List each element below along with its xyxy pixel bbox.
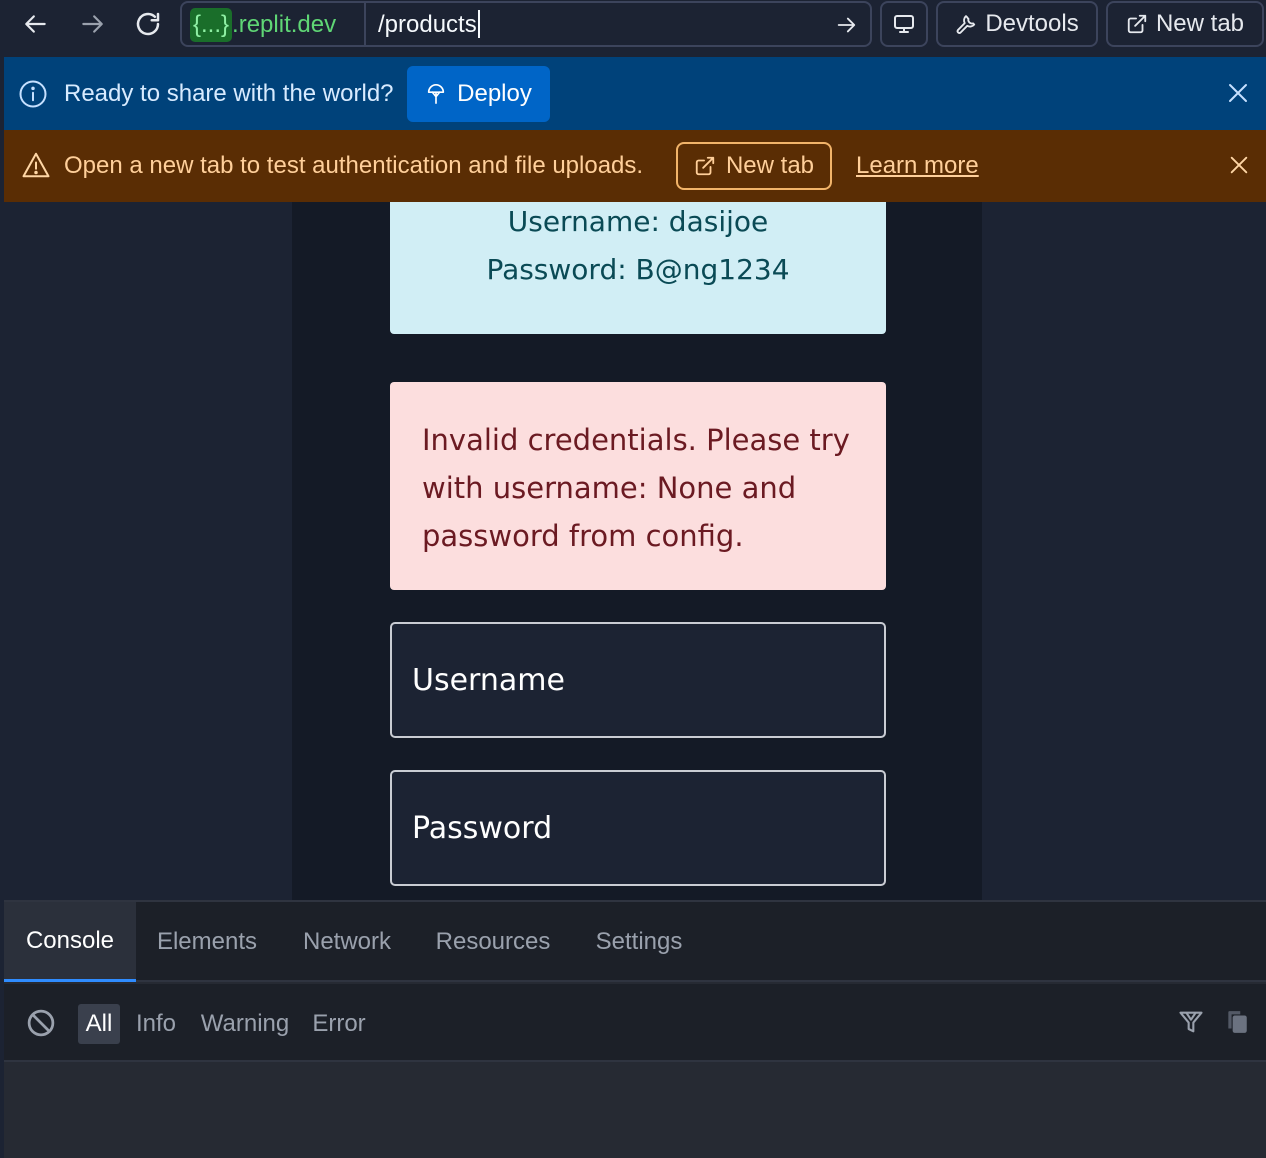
- tab-network[interactable]: Network: [288, 902, 406, 982]
- new-tab-button[interactable]: New tab: [1106, 1, 1264, 47]
- url-bar[interactable]: {...} .replit.dev /products: [180, 1, 872, 47]
- wrench-icon: [955, 13, 977, 35]
- warning-new-tab-button[interactable]: New tab: [676, 142, 832, 190]
- url-path-text: /products: [378, 11, 477, 38]
- info-icon: [18, 79, 48, 109]
- url-domain-badge: {...}: [190, 8, 233, 42]
- username-field[interactable]: Username: [390, 622, 886, 738]
- url-go-button[interactable]: [832, 11, 860, 39]
- reload-button[interactable]: [128, 6, 168, 42]
- error-alert: Invalid credentials. Please try with use…: [390, 382, 886, 590]
- url-domain: {...} .replit.dev: [190, 8, 336, 42]
- console-filter-bar: All Info Warning Error: [4, 984, 1266, 1062]
- url-divider: [364, 3, 366, 47]
- credentials-username-line: Username: dasijoe: [507, 205, 769, 238]
- deploy-icon: [425, 83, 447, 105]
- clear-console-icon[interactable]: [26, 1008, 56, 1038]
- filter-icon[interactable]: [1176, 1008, 1206, 1036]
- auth-warning-banner: Open a new tab to test authentication an…: [4, 130, 1266, 202]
- external-link-icon: [1126, 13, 1148, 35]
- arrow-left-icon: [23, 11, 49, 37]
- back-button[interactable]: [16, 6, 56, 42]
- devtools-tabs: Console Elements Network Resources Setti…: [4, 902, 1266, 982]
- url-domain-suffix: .replit.dev: [232, 11, 337, 38]
- deploy-button[interactable]: Deploy: [407, 66, 550, 122]
- level-info[interactable]: Info: [132, 1004, 180, 1044]
- tab-console[interactable]: Console: [4, 902, 136, 982]
- learn-more-link[interactable]: Learn more: [856, 151, 979, 181]
- credentials-password-line: Password: B@ng1234: [486, 253, 790, 286]
- new-tab-label: New tab: [1155, 10, 1245, 37]
- warning-new-tab-label: New tab: [725, 152, 815, 179]
- level-warning[interactable]: Warning: [198, 1004, 292, 1044]
- devtools-button[interactable]: Devtools: [936, 1, 1098, 47]
- url-path-input[interactable]: /products: [378, 9, 480, 41]
- deploy-banner-message: Ready to share with the world?: [64, 80, 394, 107]
- forward-button[interactable]: [72, 6, 112, 42]
- level-error[interactable]: Error: [310, 1004, 368, 1044]
- copy-icon[interactable]: [1224, 1008, 1250, 1036]
- warning-message: Open a new tab to test authentication an…: [64, 152, 644, 179]
- deploy-button-label: Deploy: [457, 80, 532, 107]
- devtools-label: Devtools: [985, 10, 1079, 37]
- tab-settings[interactable]: Settings: [582, 902, 696, 982]
- monitor-icon: [892, 12, 916, 36]
- reload-icon: [133, 9, 163, 39]
- arrow-right-icon: [835, 14, 857, 36]
- username-placeholder: Username: [412, 662, 565, 698]
- close-icon[interactable]: [1226, 81, 1250, 105]
- console-output: [4, 1062, 1266, 1158]
- tab-elements[interactable]: Elements: [144, 902, 270, 982]
- password-placeholder: Password: [412, 810, 553, 846]
- page-viewport: Username: dasijoe Password: B@ng1234 Inv…: [4, 202, 1266, 900]
- warning-icon: [20, 150, 52, 180]
- level-all[interactable]: All: [78, 1004, 120, 1044]
- text-caret: [477, 9, 480, 38]
- deploy-banner: Ready to share with the world? Deploy: [4, 57, 1266, 130]
- browser-toolbar: {...} .replit.dev /products Devtools New…: [0, 0, 1266, 56]
- error-message: Invalid credentials. Please try with use…: [422, 423, 850, 553]
- password-field[interactable]: Password: [390, 770, 886, 886]
- external-link-icon: [694, 155, 716, 177]
- arrow-right-icon: [79, 11, 105, 37]
- screen-button[interactable]: [880, 1, 928, 47]
- tab-resources[interactable]: Resources: [424, 902, 562, 982]
- credentials-info-box: Username: dasijoe Password: B@ng1234: [390, 202, 886, 334]
- devtools-panel: Console Elements Network Resources Setti…: [4, 900, 1266, 1158]
- close-icon[interactable]: [1228, 154, 1250, 176]
